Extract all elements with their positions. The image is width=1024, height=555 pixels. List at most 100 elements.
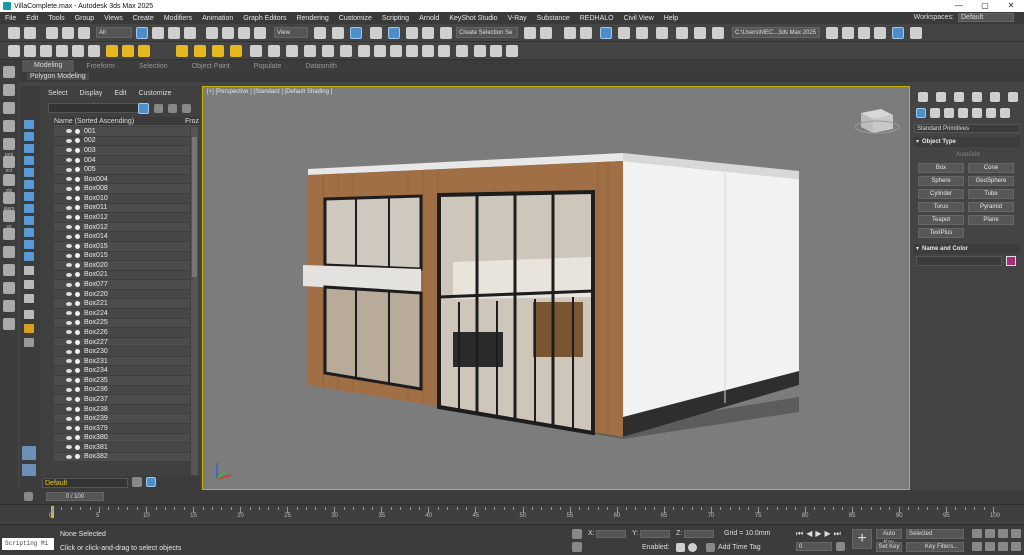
- select-manipulate-icon[interactable]: [332, 27, 344, 39]
- display-tab-icon[interactable]: [990, 92, 1000, 102]
- tab-freeform[interactable]: Freeform: [74, 63, 126, 70]
- sort-by-layer-icon[interactable]: [22, 446, 36, 460]
- space-warps-icon[interactable]: [986, 108, 996, 118]
- object-type-rollout[interactable]: Object Type: [914, 137, 1020, 147]
- render-dot-icon[interactable]: [75, 205, 80, 211]
- render-dot-icon[interactable]: [75, 167, 80, 173]
- list-item[interactable]: Box015: [54, 251, 190, 262]
- bind-space-warp-icon[interactable]: [78, 27, 90, 39]
- go-to-end-icon[interactable]: ⏭: [834, 529, 841, 539]
- schematic-view-icon[interactable]: [636, 27, 648, 39]
- autogrid-checkbox[interactable]: AutoGrid: [956, 152, 980, 158]
- zoom-icon[interactable]: [972, 529, 982, 538]
- move-icon[interactable]: [206, 27, 218, 39]
- motion-tab-icon[interactable]: [972, 92, 982, 102]
- visibility-eye-icon[interactable]: [66, 253, 72, 258]
- explorer-menu-edit[interactable]: Edit: [114, 90, 126, 97]
- scene-explorer-mode-icon[interactable]: [146, 477, 156, 487]
- ambient-light-icon[interactable]: [230, 45, 242, 57]
- tab-selection[interactable]: Selection: [127, 63, 180, 70]
- snaps-toggle-icon[interactable]: [370, 27, 382, 39]
- render-dot-icon[interactable]: [75, 358, 80, 364]
- key-selection-dropdown[interactable]: Selected: [906, 529, 964, 539]
- list-item[interactable]: Box224: [54, 308, 190, 319]
- spinner-snap-icon[interactable]: [422, 27, 434, 39]
- menu-create[interactable]: Create: [128, 15, 159, 22]
- rectangular-selection-icon[interactable]: [168, 27, 180, 39]
- render-dot-icon[interactable]: [75, 435, 80, 441]
- menu-rendering[interactable]: Rendering: [291, 15, 333, 22]
- visibility-eye-icon[interactable]: [66, 454, 72, 459]
- visibility-eye-icon[interactable]: [66, 445, 72, 450]
- modify-tab-icon[interactable]: [936, 92, 946, 102]
- field-of-view-icon[interactable]: [972, 542, 982, 551]
- menu-substance[interactable]: Substance: [532, 15, 575, 22]
- display-lights-icon[interactable]: [24, 144, 34, 153]
- vray-scatter-icon[interactable]: [322, 45, 334, 57]
- primitive-type-dropdown[interactable]: Standard Primitives: [914, 124, 1020, 133]
- tab-object-paint[interactable]: Object Paint: [180, 63, 242, 70]
- polygon-modeling-button[interactable]: Polygon Modeling: [27, 73, 89, 80]
- key-filters-button[interactable]: Key Filters...: [906, 542, 964, 552]
- vray-bitmap-icon[interactable]: [390, 45, 402, 57]
- list-item[interactable]: Box238: [54, 404, 190, 415]
- link-icon[interactable]: [46, 27, 58, 39]
- open-folder-icon[interactable]: [842, 27, 854, 39]
- render-dot-icon[interactable]: [75, 282, 80, 288]
- material-sphere-icon[interactable]: [374, 45, 386, 57]
- visibility-eye-icon[interactable]: [66, 320, 72, 325]
- maximize-viewport-icon[interactable]: [1011, 542, 1021, 551]
- pivot-center-icon[interactable]: [314, 27, 326, 39]
- render-dot-icon[interactable]: [75, 377, 80, 383]
- render-dot-icon[interactable]: [75, 425, 80, 431]
- render-dot-icon[interactable]: [75, 262, 80, 268]
- visibility-eye-icon[interactable]: [66, 407, 72, 412]
- list-item[interactable]: Box225: [54, 318, 190, 329]
- vray-decal-icon[interactable]: [340, 45, 352, 57]
- menu-animation[interactable]: Animation: [197, 15, 238, 22]
- tab-datasmith[interactable]: Datasmith: [293, 63, 349, 70]
- filter-icon[interactable]: [24, 310, 34, 319]
- vray-proxy-icon[interactable]: [250, 45, 262, 57]
- render-dot-icon[interactable]: [75, 444, 80, 450]
- add-time-tag-button[interactable]: Add Time Tag: [718, 544, 761, 551]
- vray-mtl-wrapper-icon[interactable]: [438, 45, 450, 57]
- container-icon[interactable]: [3, 66, 15, 78]
- render-dot-icon[interactable]: [75, 406, 80, 412]
- y-coord-field[interactable]: [640, 530, 670, 538]
- menu-edit[interactable]: Edit: [21, 15, 43, 22]
- shapes-icon[interactable]: [930, 108, 940, 118]
- vray-toolbar-icon[interactable]: [88, 45, 100, 57]
- list-item[interactable]: Box220: [54, 289, 190, 300]
- visibility-eye-icon[interactable]: [66, 378, 72, 383]
- close-button[interactable]: ✕: [998, 0, 1024, 12]
- visibility-eye-icon[interactable]: [66, 234, 72, 239]
- plane-button[interactable]: Plane: [968, 215, 1014, 225]
- list-item[interactable]: 004: [54, 155, 190, 166]
- tab-modeling[interactable]: Modeling: [22, 60, 75, 72]
- next-frame-icon[interactable]: ▶: [825, 529, 831, 539]
- sync-selection-icon[interactable]: [182, 104, 191, 113]
- display-spacewarps-icon[interactable]: [24, 180, 34, 189]
- vray-frame-buffer-icon[interactable]: [56, 45, 68, 57]
- zoom-all-icon[interactable]: [985, 529, 995, 538]
- list-item[interactable]: Box011: [54, 203, 190, 214]
- list-item[interactable]: Box234: [54, 366, 190, 377]
- menu-civil-view[interactable]: Civil View: [619, 15, 659, 22]
- visibility-eye-icon[interactable]: [66, 186, 72, 191]
- vray-fur-icon[interactable]: [268, 45, 280, 57]
- explorer-search-input[interactable]: [48, 103, 144, 113]
- render-production-icon[interactable]: [712, 27, 724, 39]
- auto-key-button[interactable]: Auto Key: [876, 529, 902, 546]
- rendered-frame-window-icon[interactable]: [694, 27, 706, 39]
- render-dot-icon[interactable]: [75, 234, 80, 240]
- display-hidden-icon[interactable]: [24, 252, 34, 261]
- list-item[interactable]: Box237: [54, 395, 190, 405]
- vray-dirt-icon[interactable]: [406, 45, 418, 57]
- list-item[interactable]: Box004: [54, 174, 190, 185]
- project-folder-icon[interactable]: [826, 27, 838, 39]
- render-setup-icon[interactable]: [676, 27, 688, 39]
- visibility-eye-icon[interactable]: [66, 301, 72, 306]
- visibility-eye-icon[interactable]: [66, 272, 72, 277]
- display-all-icon[interactable]: [24, 266, 34, 275]
